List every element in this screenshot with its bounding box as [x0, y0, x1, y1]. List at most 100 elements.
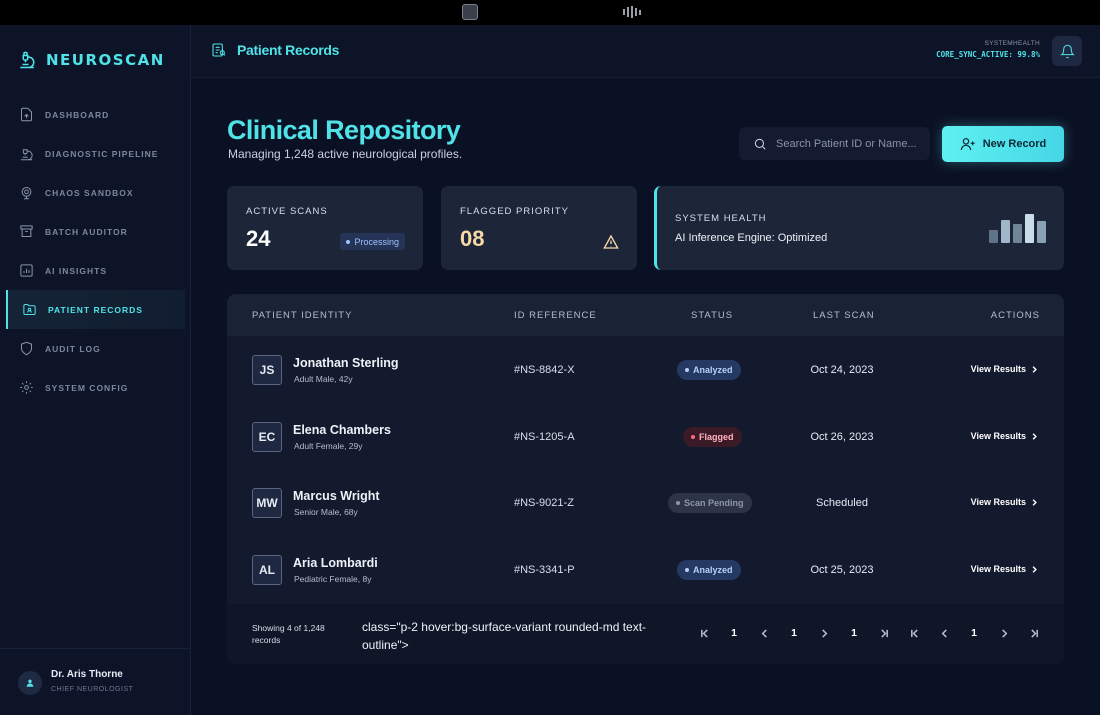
- last-scan: Scheduled: [816, 497, 868, 509]
- sidebar-item-label: DIAGNOSTIC PIPELINE: [45, 148, 159, 159]
- table-footer: Showing 4 of 1,248 records class="p-2 ho…: [227, 604, 1064, 664]
- brand-logo[interactable]: NEUROSCAN: [18, 51, 165, 69]
- new-record-button[interactable]: New Record: [942, 126, 1064, 162]
- notifications-button[interactable]: [1052, 36, 1082, 66]
- first-page-icon: [910, 628, 918, 638]
- table-row[interactable]: JS Jonathan Sterling Adult Male, 42y #NS…: [227, 337, 1064, 403]
- shield-icon: [21, 341, 32, 356]
- chevron-right-icon: [1001, 628, 1007, 638]
- page-number[interactable]: 1: [779, 622, 809, 644]
- view-results-link[interactable]: View Results: [971, 564, 1038, 574]
- sidebar-item-label: PATIENT RECORDS: [48, 304, 143, 315]
- sidebar-item-chaos-sandbox[interactable]: CHAOS SANDBOX: [0, 173, 191, 212]
- chevron-right-icon: [1032, 498, 1037, 506]
- last-page-button[interactable]: [1019, 622, 1049, 644]
- user-profile[interactable]: Dr. Aris Thorne CHIEF NEUROLOGIST: [0, 648, 191, 715]
- last-scan: Oct 24, 2023: [810, 364, 874, 376]
- flagged-priority-label: FLAGGED PRIORITY: [460, 206, 569, 217]
- chevron-right-icon: [1032, 365, 1037, 373]
- health-bar: [1013, 224, 1022, 243]
- search-input[interactable]: [776, 137, 926, 150]
- stray-markup-text: class="p-2 hover:bg-surface-variant roun…: [362, 620, 647, 652]
- sidebar-item-dashboard[interactable]: DASHBOARD: [0, 95, 191, 134]
- column-header-status: STATUS: [691, 310, 734, 321]
- dot-icon: [346, 239, 351, 244]
- status-badge: Analyzed: [677, 360, 741, 380]
- dot-icon: [691, 435, 695, 439]
- top-header: Patient Records SYSTEMHEALTH CORE_SYNC_A…: [191, 25, 1100, 78]
- header-title: Patient Records: [211, 42, 339, 58]
- sidebar-item-audit-log[interactable]: AUDIT LOG: [0, 329, 191, 368]
- sidebar-item-patient-records[interactable]: PATIENT RECORDS: [6, 290, 185, 329]
- dot-icon: [676, 501, 680, 505]
- patient-name: Marcus Wright: [293, 489, 380, 503]
- top-bar: [0, 0, 1100, 25]
- user-icon: [26, 679, 34, 687]
- patient-name: Aria Lombardi: [293, 556, 378, 570]
- next-page-button[interactable]: [989, 622, 1019, 644]
- brand-name: NEUROSCAN: [46, 51, 165, 69]
- dashboard-icon: [21, 107, 32, 122]
- first-page-button[interactable]: [899, 622, 929, 644]
- table-row[interactable]: MW Marcus Wright Senior Male, 68y #NS-90…: [227, 470, 1064, 536]
- last-page-button[interactable]: [869, 622, 899, 644]
- page-number[interactable]: 1: [719, 622, 749, 644]
- sidebar-item-ai-insights[interactable]: AI INSIGHTS: [0, 251, 191, 290]
- table-row[interactable]: AL Aria Lombardi Pediatric Female, 8y #N…: [227, 537, 1064, 603]
- last-scan: Oct 25, 2023: [810, 564, 874, 576]
- sidebar-item-label: CHAOS SANDBOX: [45, 187, 134, 198]
- health-bar-chart: [989, 214, 1046, 243]
- flagged-priority-value: 08: [460, 226, 485, 251]
- chevron-left-icon: [761, 628, 767, 638]
- sidebar-item-label: AI INSIGHTS: [45, 265, 108, 276]
- prev-page-button[interactable]: [929, 622, 959, 644]
- sidebar-item-batch-auditor[interactable]: BATCH AUDITOR: [0, 212, 191, 251]
- avatar: [18, 671, 42, 695]
- archive-icon: [20, 225, 33, 237]
- view-results-link[interactable]: View Results: [971, 431, 1038, 441]
- records-icon: [212, 43, 226, 57]
- view-results-label: View Results: [970, 564, 1026, 574]
- page-number[interactable]: 1: [839, 622, 869, 644]
- health-bar: [1025, 214, 1034, 243]
- column-header-actions: ACTIONS: [990, 310, 1040, 321]
- next-page-button[interactable]: [809, 622, 839, 644]
- last-page-icon: [880, 628, 888, 638]
- status-badge: Flagged: [683, 427, 742, 447]
- status-label: Flagged: [699, 432, 734, 442]
- new-record-label: New Record: [982, 138, 1047, 150]
- table-row[interactable]: EC Elena Chambers Adult Female, 29y #NS-…: [227, 404, 1064, 470]
- view-results-label: View Results: [970, 364, 1026, 374]
- view-results-link[interactable]: View Results: [971, 364, 1038, 374]
- folder-icon: [23, 304, 36, 315]
- first-page-button[interactable]: [689, 622, 719, 644]
- sandbox-icon: [21, 187, 32, 200]
- processing-chip: Processing: [340, 233, 405, 250]
- sidebar-item-diagnostic-pipeline[interactable]: DIAGNOSTIC PIPELINE: [0, 134, 191, 173]
- patient-initials: JS: [252, 355, 282, 385]
- search-icon: [754, 138, 766, 150]
- search-box[interactable]: [739, 127, 930, 160]
- patient-initials: MW: [252, 488, 282, 518]
- patient-name: Elena Chambers: [293, 423, 391, 437]
- patient-meta: Adult Male, 42y: [294, 374, 353, 384]
- inference-engine-status: AI Inference Engine: Optimized: [675, 232, 828, 244]
- sidebar-item-system-config[interactable]: SYSTEM CONFIG: [0, 368, 191, 407]
- bell-icon: [1059, 44, 1075, 58]
- sidebar: NEUROSCAN DASHBOARD DIAGNOSTIC PIPELINE …: [0, 25, 191, 715]
- view-results-label: View Results: [970, 497, 1026, 507]
- status-label: Analyzed: [693, 365, 733, 375]
- view-results-link[interactable]: View Results: [971, 497, 1038, 507]
- processing-label: Processing: [354, 236, 399, 247]
- last-page-icon: [1030, 628, 1038, 638]
- sidebar-item-label: AUDIT LOG: [45, 343, 101, 354]
- add-user-icon: [960, 138, 975, 151]
- chart-icon: [20, 264, 33, 277]
- health-bar: [989, 230, 998, 243]
- page-number[interactable]: 1: [959, 622, 989, 644]
- sidebar-item-label: BATCH AUDITOR: [45, 226, 128, 237]
- patient-id: #NS-9021-Z: [514, 497, 574, 509]
- system-health-card: SYSTEM HEALTH AI Inference Engine: Optim…: [654, 186, 1064, 270]
- prev-page-button[interactable]: [749, 622, 779, 644]
- sidebar-item-label: SYSTEM CONFIG: [45, 382, 129, 393]
